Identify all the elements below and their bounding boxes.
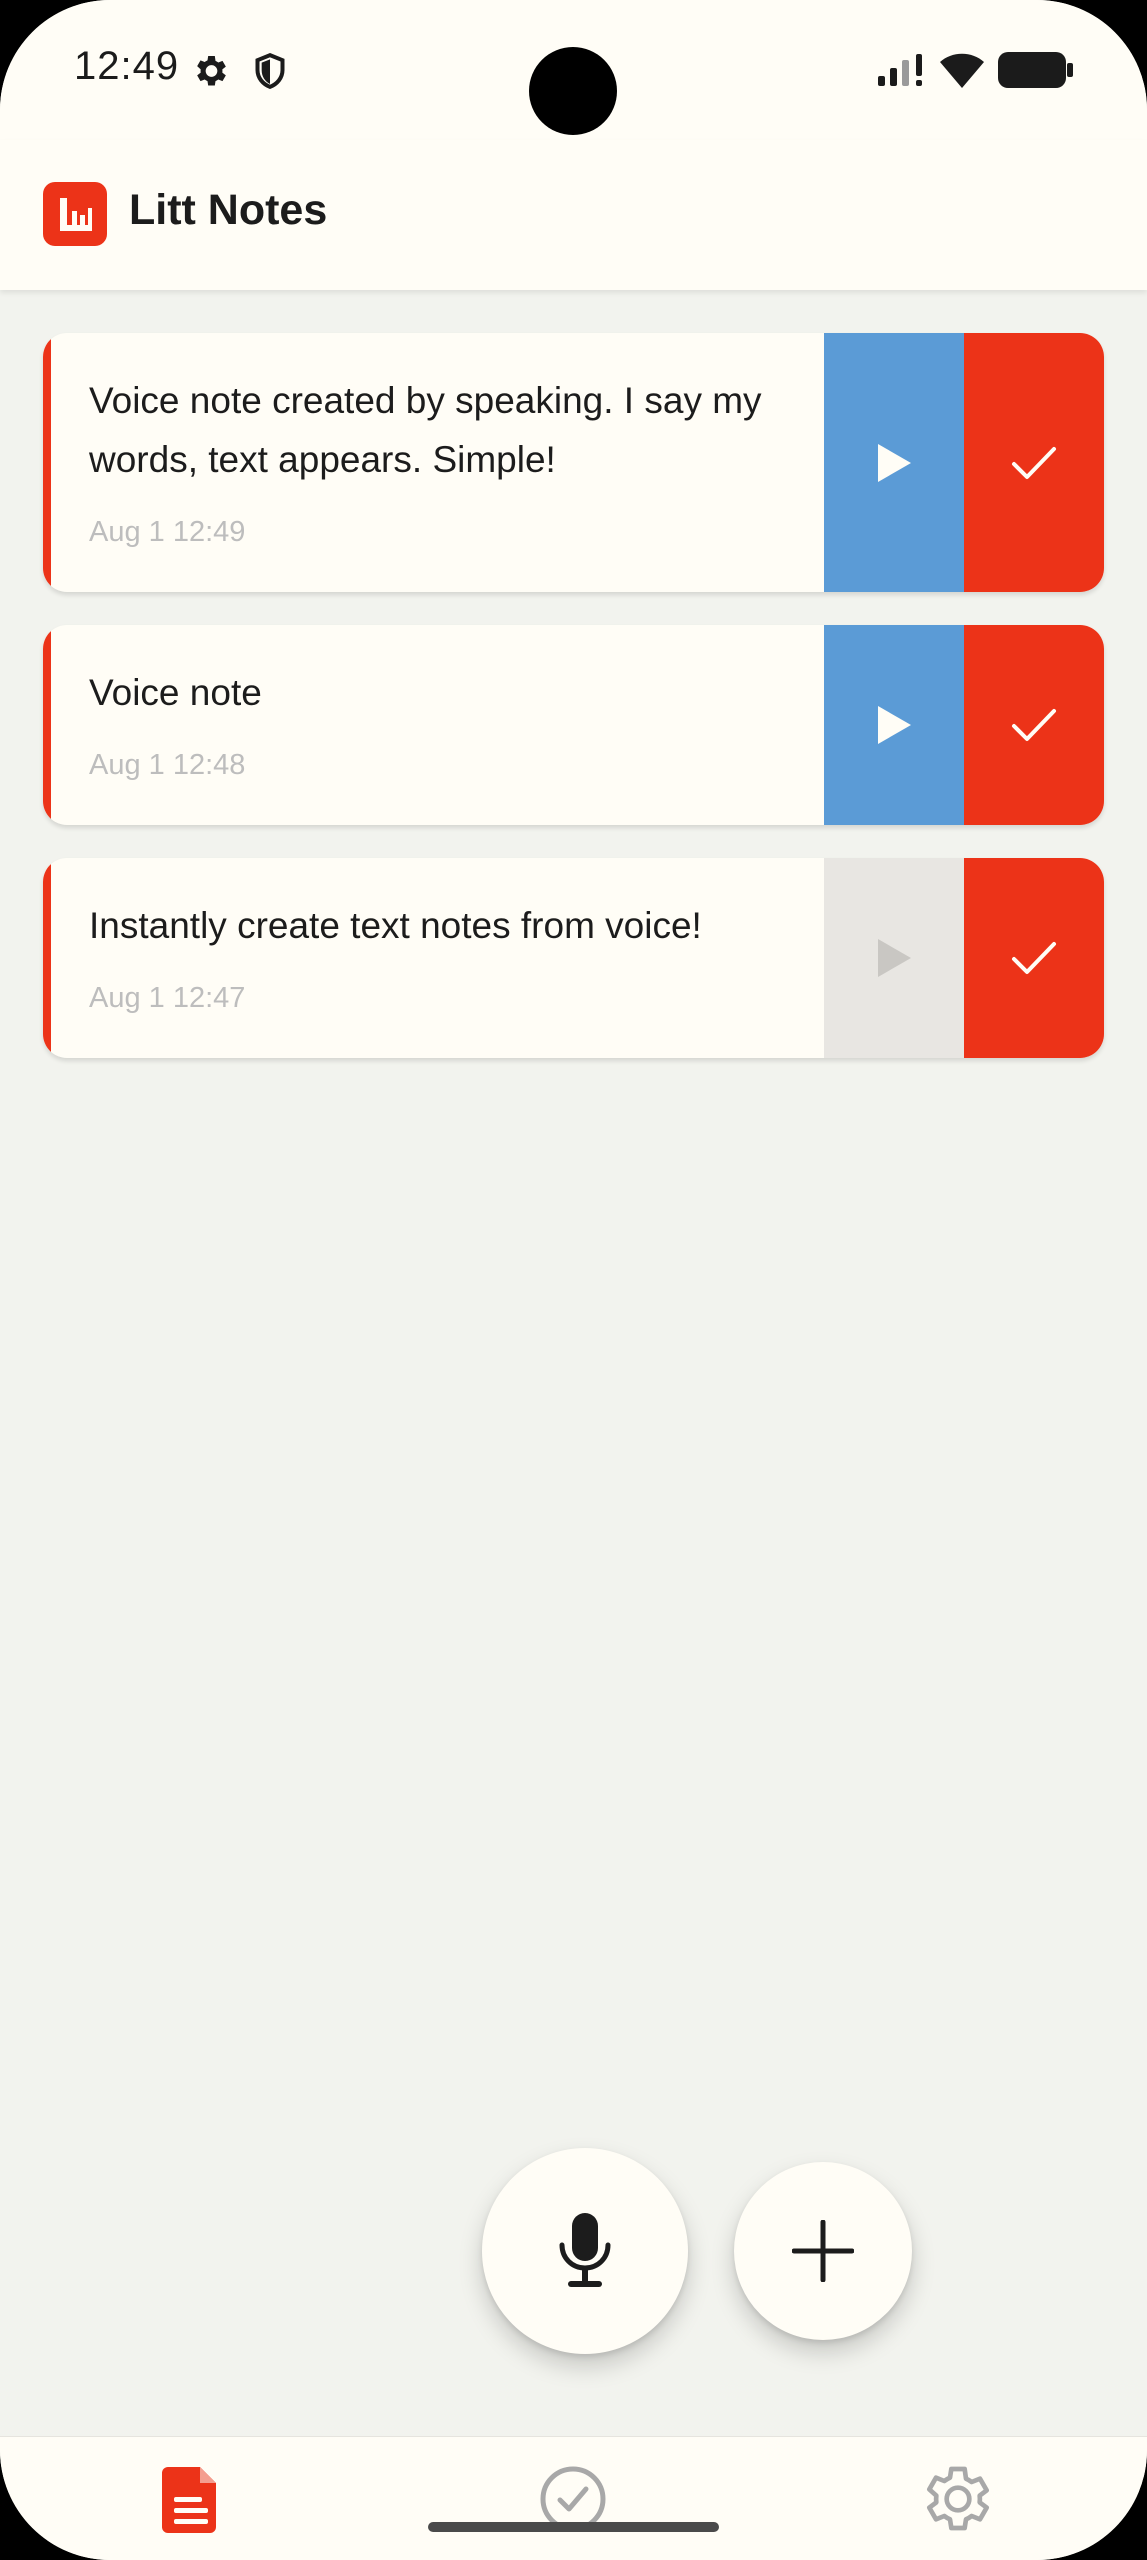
note-date: Aug 1 12:47 — [89, 982, 246, 1014]
mark-done-button[interactable] — [964, 625, 1104, 825]
status-bar: 12:49 — [0, 0, 1147, 140]
wifi-icon — [940, 53, 984, 88]
status-time: 12:49 — [74, 44, 180, 88]
screen: 12:49 Litt Notes Voice note created by s… — [0, 0, 1147, 2560]
signal-icon — [878, 54, 922, 86]
settings-icon — [197, 56, 226, 86]
record-voice-button[interactable] — [482, 2148, 688, 2354]
app-logo — [43, 182, 107, 246]
note-card[interactable]: Voice note created by speaking. I say my… — [43, 333, 1104, 592]
plus-icon — [792, 2220, 854, 2282]
app-bar: Litt Notes — [0, 140, 1147, 290]
home-indicator[interactable] — [428, 2522, 719, 2532]
document-icon — [162, 2467, 216, 2533]
play-icon — [878, 443, 911, 482]
note-accent-stripe — [43, 858, 51, 1058]
play-button[interactable] — [824, 625, 964, 825]
bottom-nav — [0, 2436, 1147, 2560]
add-note-button[interactable] — [734, 2162, 912, 2340]
app-title: Litt Notes — [129, 186, 328, 234]
checkmark-icon — [1012, 709, 1056, 741]
front-camera — [529, 47, 617, 135]
note-accent-stripe — [43, 625, 51, 825]
note-card[interactable]: Instantly create text notes from voice! … — [43, 858, 1104, 1058]
microphone-icon — [559, 2213, 611, 2287]
note-text: Instantly create text notes from voice! — [89, 905, 702, 946]
shield-icon — [255, 53, 285, 89]
mark-done-button[interactable] — [964, 858, 1104, 1058]
battery-icon — [998, 52, 1073, 88]
chart-bars-icon — [60, 198, 92, 231]
note-text: Voice note — [89, 672, 262, 713]
nav-settings[interactable] — [915, 2459, 995, 2539]
nav-notes[interactable] — [150, 2459, 230, 2539]
note-card[interactable]: Voice note Aug 1 12:48 — [43, 625, 1104, 825]
note-accent-stripe — [43, 333, 51, 592]
note-text: Voice note created by speaking. I say my… — [89, 380, 762, 480]
gear-icon — [927, 2466, 989, 2531]
mark-done-button[interactable] — [964, 333, 1104, 592]
play-button[interactable] — [824, 333, 964, 592]
play-button-disabled — [824, 858, 964, 1058]
play-icon — [878, 706, 911, 744]
note-date: Aug 1 12:49 — [89, 516, 246, 548]
note-date: Aug 1 12:48 — [89, 749, 246, 781]
checkmark-icon — [1012, 446, 1056, 479]
play-icon — [878, 939, 911, 977]
checkmark-icon — [1012, 942, 1056, 974]
